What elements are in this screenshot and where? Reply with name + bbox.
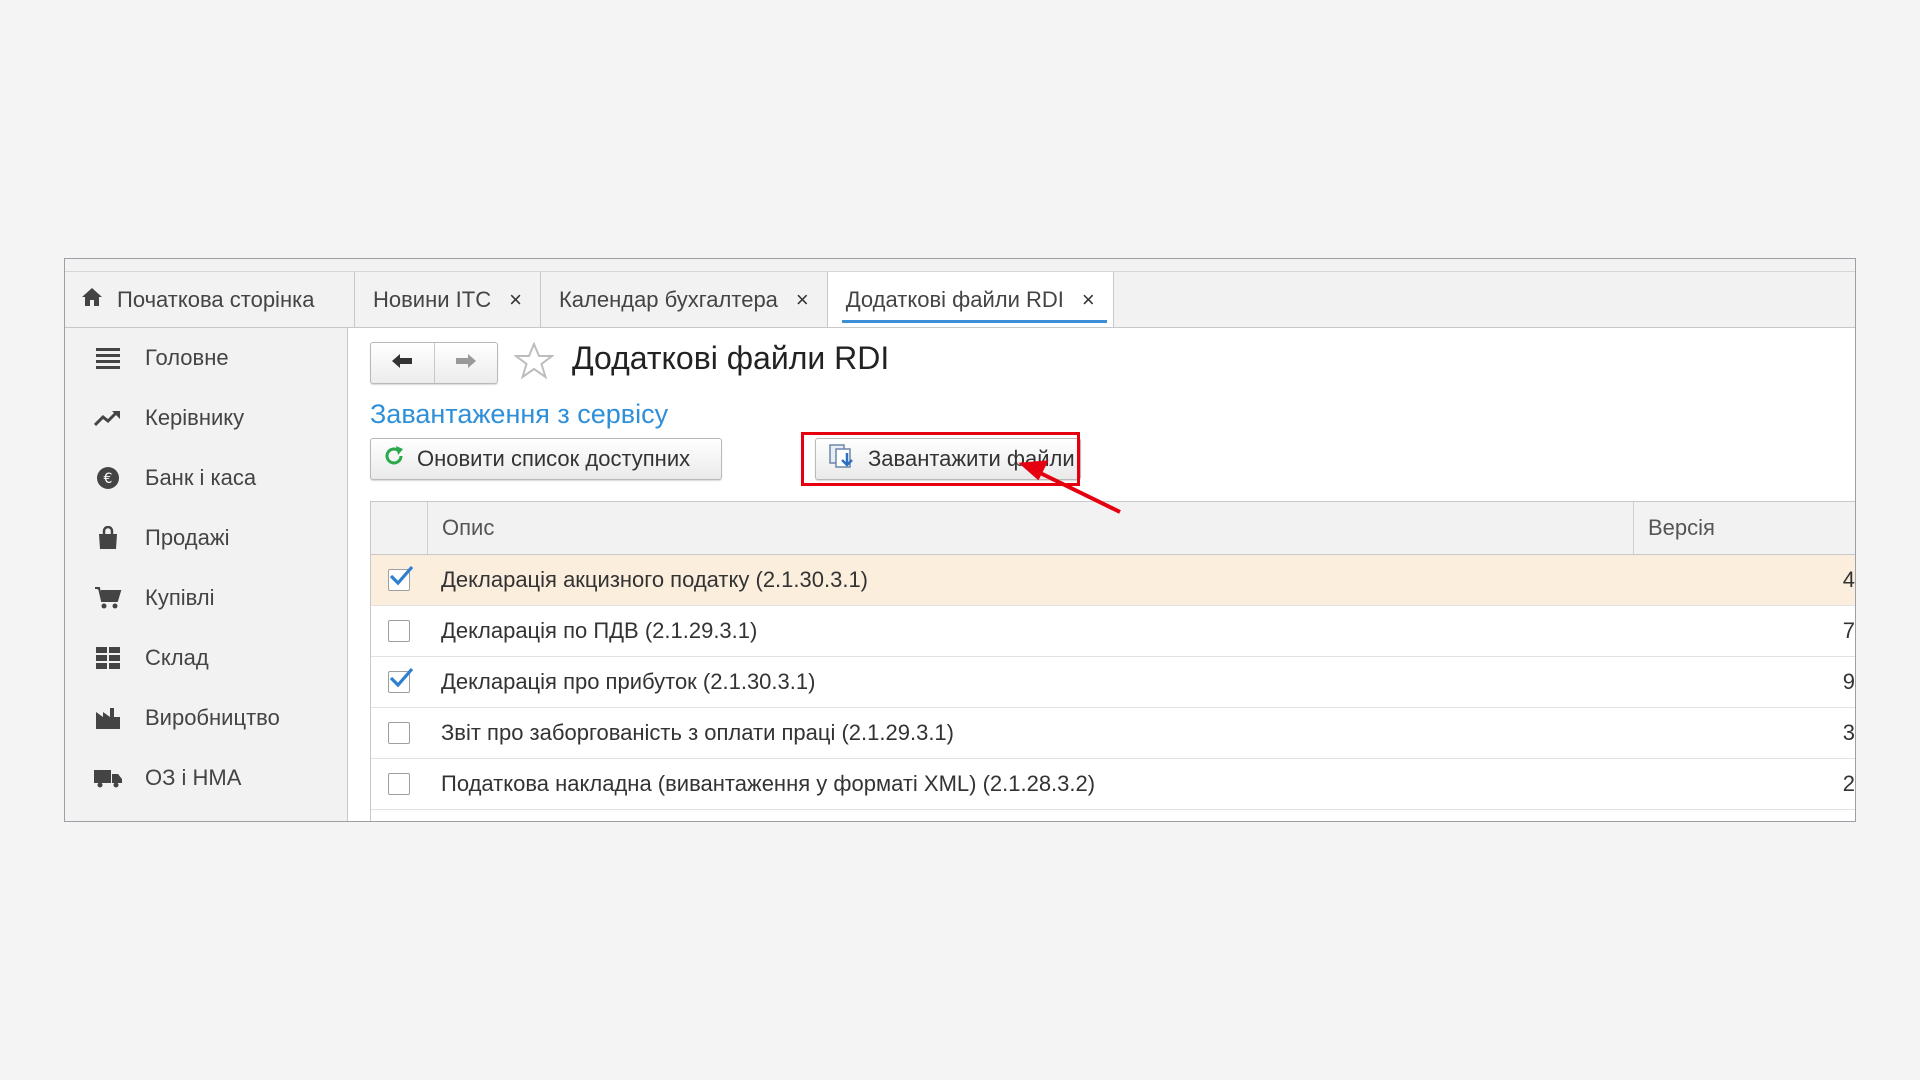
annotation-arrow bbox=[1018, 460, 1121, 514]
